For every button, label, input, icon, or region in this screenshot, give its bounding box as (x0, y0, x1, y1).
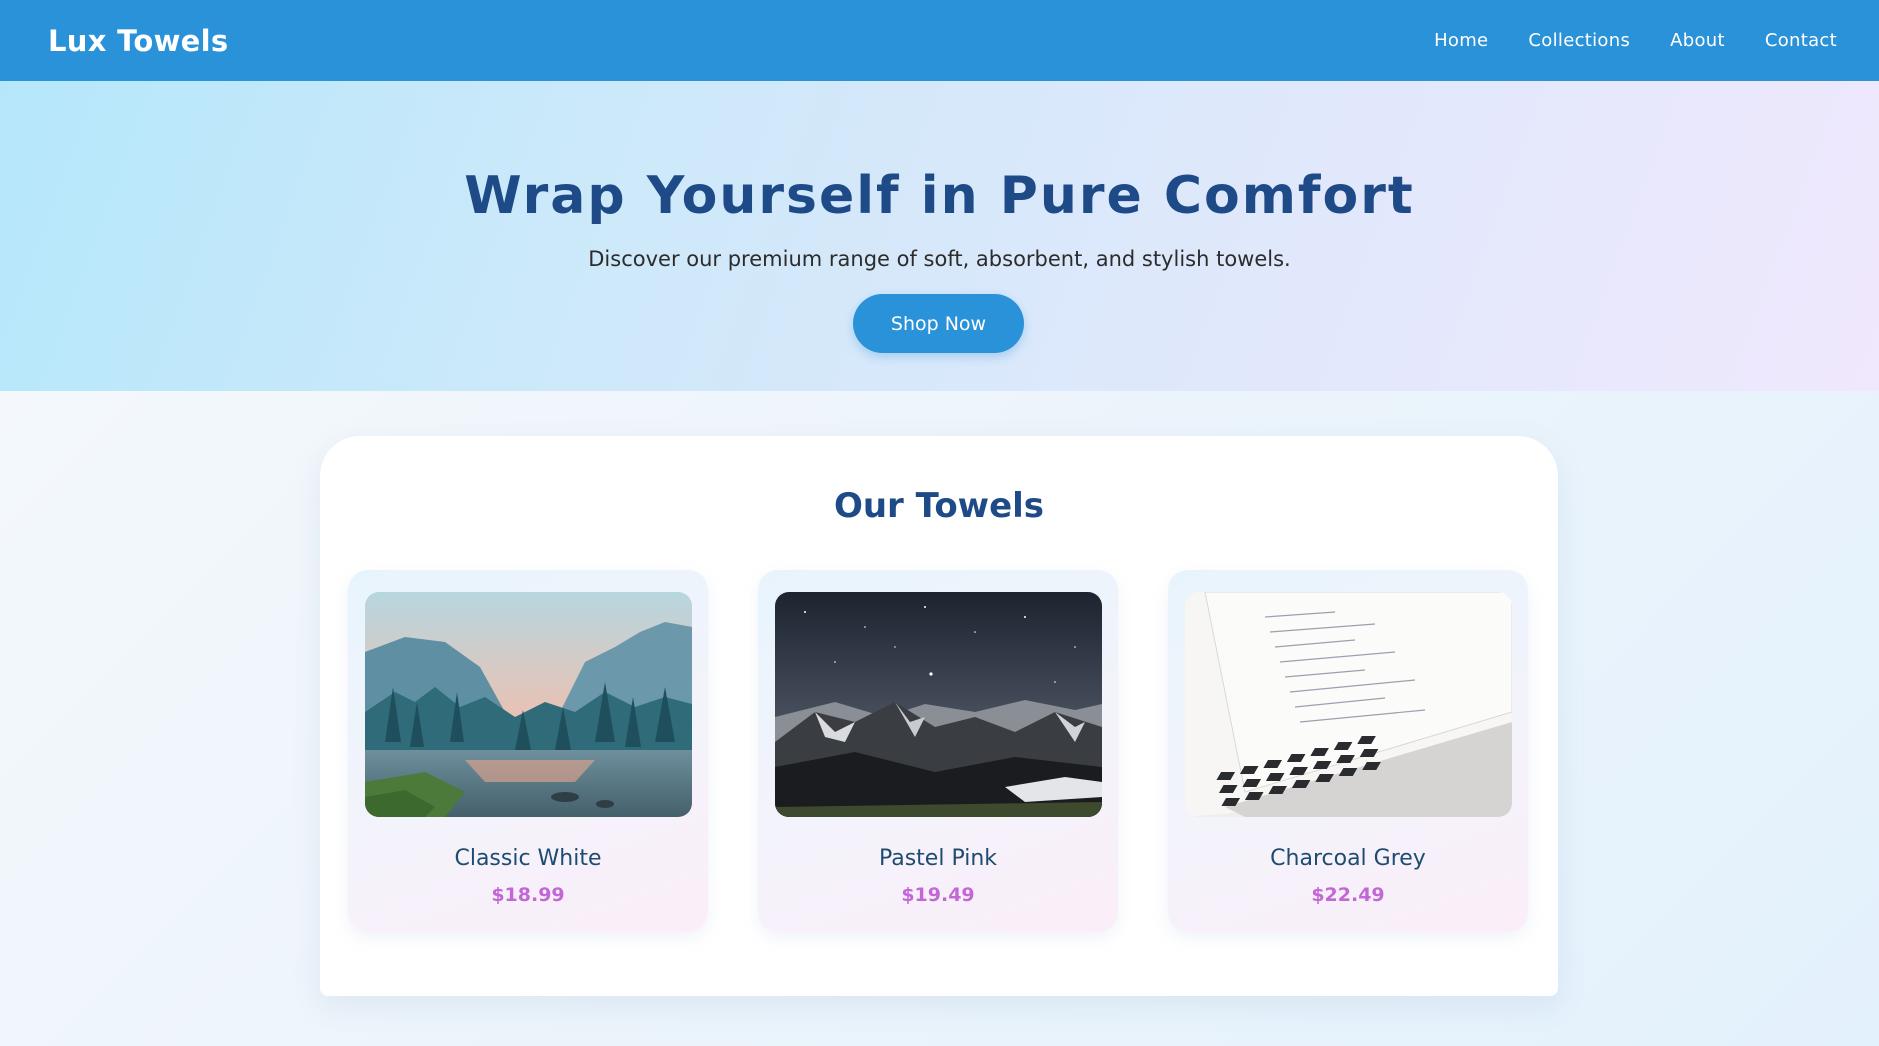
shop-now-button[interactable]: Shop Now (853, 294, 1024, 353)
products-panel: Our Towels Classic White $18.99 Pastel P… (320, 436, 1558, 996)
product-image-night-sky[interactable] (775, 592, 1102, 817)
nav-link-contact[interactable]: Contact (1765, 30, 1837, 51)
hero-section: Wrap Yourself in Pure Comfort Discover o… (0, 81, 1879, 391)
product-image-mountain-lake[interactable] (365, 592, 692, 817)
products-heading: Our Towels (833, 486, 1045, 526)
product-card-charcoal-grey[interactable]: Charcoal Grey $22.49 (1168, 570, 1528, 932)
product-card-classic-white[interactable]: Classic White $18.99 (348, 570, 708, 932)
product-name: Classic White (454, 846, 602, 871)
product-name: Charcoal Grey (1270, 846, 1426, 871)
nav-link-home[interactable]: Home (1434, 30, 1488, 51)
brand-logo[interactable]: Lux Towels (48, 24, 228, 58)
main-nav: Home Collections About Contact (1434, 30, 1837, 51)
product-price: $18.99 (491, 884, 565, 906)
product-card-pastel-pink[interactable]: Pastel Pink $19.49 (758, 570, 1118, 932)
hero-title: Wrap Yourself in Pure Comfort (464, 166, 1415, 226)
product-price: $22.49 (1311, 884, 1385, 906)
product-image-laptop[interactable] (1185, 592, 1512, 817)
site-header: Lux Towels Home Collections About Contac… (0, 0, 1879, 81)
nav-link-about[interactable]: About (1670, 30, 1725, 51)
hero-subtitle: Discover our premium range of soft, abso… (588, 247, 1291, 271)
product-price: $19.49 (901, 884, 975, 906)
product-name: Pastel Pink (878, 846, 998, 871)
nav-link-collections[interactable]: Collections (1528, 30, 1630, 51)
